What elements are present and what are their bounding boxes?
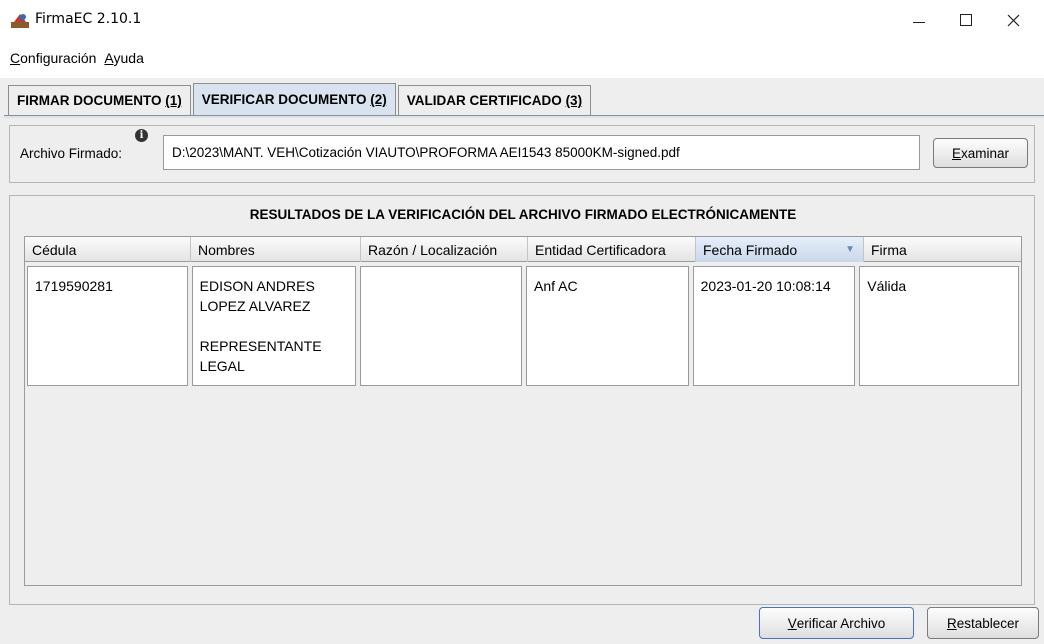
- minimize-icon: [913, 21, 925, 23]
- restablecer-button[interactable]: Restablecer: [927, 607, 1039, 639]
- signed-file-path-field[interactable]: D:\2023\MANT. VEH\Cotización VIAUTO\PROF…: [163, 135, 920, 170]
- cell-entidad: Anf AC: [525, 266, 689, 386]
- column-header-nombres[interactable]: Nombres: [191, 237, 361, 262]
- file-label: Archivo Firmado:: [20, 146, 123, 161]
- column-header-razon[interactable]: Razón / Localización: [361, 237, 528, 262]
- examinar-button[interactable]: Examinar: [933, 138, 1028, 168]
- table-header: Cédula Nombres Razón / Localización Enti…: [25, 237, 1021, 262]
- tab-firmar-documento[interactable]: FIRMAR DOCUMENTO (1): [8, 85, 191, 115]
- maximize-icon: [960, 14, 972, 26]
- column-header-cedula[interactable]: Cédula: [25, 237, 191, 262]
- tab-number: (3): [565, 93, 583, 108]
- tab-number: (1): [165, 93, 182, 108]
- window-title: FirmaEC 2.10.1: [35, 11, 142, 27]
- nombres-line: LEGAL: [199, 358, 245, 374]
- close-button[interactable]: [990, 0, 1036, 40]
- results-title: RESULTADOS DE LA VERIFICACIÓN DEL ARCHIV…: [249, 207, 797, 222]
- tab-label: VALIDAR CERTIFICADO: [406, 93, 562, 108]
- tab-verificar-documento[interactable]: VERIFICAR DOCUMENTO (2): [192, 83, 396, 115]
- table-row[interactable]: 1719590281 EDISON ANDRES LOPEZ ALVAREZ R…: [25, 264, 1021, 386]
- results-panel: RESULTADOS DE LA VERIFICACIÓN DEL ARCHIV…: [9, 195, 1035, 605]
- tab-label: FIRMAR DOCUMENTO: [17, 93, 162, 108]
- nombres-line: EDISON ANDRES: [199, 278, 315, 294]
- cell-cedula: 1719590281: [27, 266, 188, 386]
- minimize-button[interactable]: [896, 0, 942, 40]
- cell-nombres: EDISON ANDRES LOPEZ ALVAREZ REPRESENTANT…: [191, 266, 357, 386]
- client-area: FIRMAR DOCUMENTO (1) VERIFICAR DOCUMENTO…: [0, 78, 1044, 644]
- verificar-archivo-button[interactable]: Verificar Archivo: [759, 607, 914, 639]
- file-panel: Archivo Firmado: i D:\2023\MANT. VEH\Cot…: [9, 125, 1035, 183]
- info-icon[interactable]: i: [135, 129, 148, 142]
- menu-ayuda[interactable]: Ayuda: [104, 50, 143, 72]
- tab-divider: [4, 115, 1044, 118]
- column-header-fecha[interactable]: Fecha Firmado ▼: [696, 237, 864, 262]
- column-header-firma[interactable]: Firma: [864, 237, 1021, 262]
- nombres-line: LOPEZ ALVAREZ: [199, 298, 311, 314]
- menu-configuracion[interactable]: Configuración: [10, 50, 96, 72]
- close-icon: [1007, 14, 1019, 26]
- tab-strip: FIRMAR DOCUMENTO (1) VERIFICAR DOCUMENTO…: [8, 83, 593, 115]
- results-table[interactable]: Cédula Nombres Razón / Localización Enti…: [24, 236, 1022, 586]
- menu-bar: Configuración Ayuda: [0, 50, 144, 72]
- cell-firma: Válida: [859, 266, 1019, 386]
- maximize-button[interactable]: [943, 0, 989, 40]
- sort-descending-icon: ▼: [845, 244, 855, 255]
- tab-number: (2): [370, 92, 387, 107]
- cell-fecha: 2023-01-20 10:08:14: [692, 266, 856, 386]
- tab-validar-certificado[interactable]: VALIDAR CERTIFICADO (3): [397, 85, 592, 115]
- tab-label: VERIFICAR DOCUMENTO: [201, 92, 367, 107]
- column-header-fecha-label: Fecha Firmado: [703, 241, 798, 258]
- title-bar: FirmaEC 2.10.1: [0, 0, 1044, 40]
- firmaec-app-icon: [11, 14, 29, 28]
- column-header-entidad[interactable]: Entidad Certificadora: [528, 237, 696, 262]
- cell-razon: [360, 266, 522, 386]
- nombres-line: REPRESENTANTE: [199, 338, 322, 354]
